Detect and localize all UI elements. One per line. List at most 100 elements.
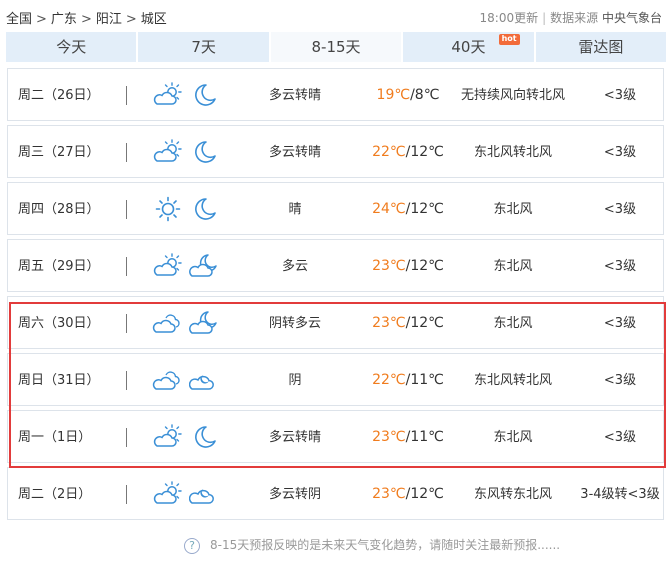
wind-direction: 东北风转北风 [473,145,552,160]
source-label: 数据来源 [550,11,599,25]
temperature: 22℃/12℃ [363,126,453,179]
tab-label: 8-15天 [311,38,361,56]
forecast-row: 周四（28日） 晴 24℃/12℃ 东北风 <3级 [7,182,664,235]
forecast-row: 周二（26日） 多云转晴 19℃/8℃ 无持续风向转北风 <3级 [7,68,664,121]
sun-icon [152,195,184,223]
row-divider [126,428,127,447]
tab-radar[interactable]: 雷达图 [535,32,667,62]
temperature: 23℃/11℃ [363,411,453,464]
forecast-day: 周五（29日） [18,259,100,274]
temperature: 24℃/12℃ [363,183,453,236]
footer-note: ? 8-15天预报反映的是未来天气变化趋势，请随时关注最新预报...... [184,536,560,554]
temp-low: /12℃ [405,315,444,331]
breadcrumb-item-city[interactable]: 阳江 [96,12,122,27]
breadcrumb-separator: > [80,12,92,27]
temp-low: /12℃ [405,486,444,502]
row-divider [126,485,127,504]
top-bar: 全国 > 广东 > 阳江 > 城区 18:00更新 | 数据来源 中央气象台 [0,0,670,32]
wind-direction: 东北风 [493,259,533,274]
weather-desc: 多云转晴 [268,430,321,445]
tab-label: 40天 [451,38,486,56]
breadcrumb-separator: > [125,12,137,27]
breadcrumb-item-country[interactable]: 全国 [6,12,32,27]
hot-badge: hot [498,34,520,45]
help-icon[interactable]: ? [184,538,200,554]
moon-icon [189,81,219,109]
update-info: 18:00更新 | 数据来源 中央气象台 [480,9,663,26]
forecast-tabs: 今天 7天 8-15天 40天 hot 雷达图 [6,32,667,62]
weather-desc: 多云转晴 [268,88,321,103]
temperature: 23℃/12℃ [363,240,453,293]
overcast-icon [152,309,184,337]
weather-desc: 多云转阴 [268,487,321,502]
tab-40-days[interactable]: 40天 hot [403,32,536,62]
wind-level: <3级 [603,316,637,331]
tab-today[interactable]: 今天 [6,32,139,62]
temp-high: 23℃ [372,429,406,445]
tab-8-15-days[interactable]: 8-15天 [270,32,404,62]
forecast-day: 周二（2日） [18,487,92,502]
temp-high: 19℃ [376,87,411,103]
wind-level: <3级 [603,430,637,445]
tab-label: 雷达图 [578,38,624,56]
breadcrumb-separator: > [36,12,47,27]
cloud-night-icon [188,480,219,508]
forecast-row: 周日（31日） 阴 22℃/11℃ 东北风转北风 <3级 [7,353,664,406]
temp-low: /8℃ [410,87,440,103]
moon-icon [189,138,219,166]
wind-level: <3级 [603,373,637,388]
temperature: 23℃/12℃ [363,468,453,521]
cloudy-moon-icon [189,252,219,280]
row-divider [126,371,127,390]
cloudy-moon-icon [189,309,219,337]
tab-label: 今天 [56,38,87,56]
temp-low: /11℃ [405,372,444,388]
temperature: 19℃/8℃ [363,69,453,122]
forecast-row: 周二（2日） 多云转阴 23℃/12℃ 东风转东北风 3-4级转<3级 [7,467,664,520]
wind-direction: 东北风 [493,430,533,445]
temperature: 23℃/12℃ [363,297,453,350]
temp-low: /11℃ [405,429,444,445]
weather-desc: 晴 [288,202,302,217]
tab-7-days[interactable]: 7天 [138,32,271,62]
forecast-row: 周三（27日） 多云转晴 22℃/12℃ 东北风转北风 <3级 [7,125,664,178]
temp-high: 23℃ [372,486,406,502]
partly-cloudy-sun-icon [152,252,184,280]
cloud-night-icon [188,366,219,394]
row-divider [126,143,127,162]
forecast-day: 周六（30日） [18,316,100,331]
wind-direction: 东北风转北风 [473,373,552,388]
forecast-row: 周五（29日） 多云 23℃/12℃ 东北风 <3级 [7,239,664,292]
temperature: 22℃/11℃ [363,354,453,407]
forecast-day: 周四（28日） [18,202,100,217]
row-divider [126,314,127,333]
breadcrumb: 全国 > 广东 > 阳江 > 城区 [6,8,167,27]
moon-icon [189,195,219,223]
weather-desc: 多云 [281,259,308,274]
overcast-icon [152,366,184,394]
temp-low: /12℃ [405,258,444,274]
breadcrumb-item-province[interactable]: 广东 [51,12,77,27]
forecast-day: 周日（31日） [18,373,100,388]
update-time: 18:00更新 [479,11,539,25]
wind-direction: 东北风 [493,316,533,331]
row-divider [126,86,127,105]
wind-level: <3级 [603,145,637,160]
temp-high: 22℃ [372,372,406,388]
weather-desc: 阴转多云 [268,316,321,331]
forecast-day: 周三（27日） [18,145,100,160]
forecast-row: 周六（30日） 阴转多云 23℃/12℃ 东北风 <3级 [7,296,664,349]
weather-desc: 多云转晴 [268,145,321,160]
moon-icon [189,423,219,451]
partly-cloudy-sun-icon [152,480,184,508]
breadcrumb-item-district: 城区 [140,12,167,27]
row-divider [126,200,127,219]
partly-cloudy-sun-icon [152,81,184,109]
wind-level: 3-4级转<3级 [580,487,660,502]
temp-low: /12℃ [405,201,444,217]
wind-direction: 东风转东北风 [473,487,552,502]
wind-level: <3级 [603,202,637,217]
wind-level: <3级 [603,88,637,103]
temp-high: 23℃ [372,315,406,331]
forecast-day: 周一（1日） [18,430,92,445]
